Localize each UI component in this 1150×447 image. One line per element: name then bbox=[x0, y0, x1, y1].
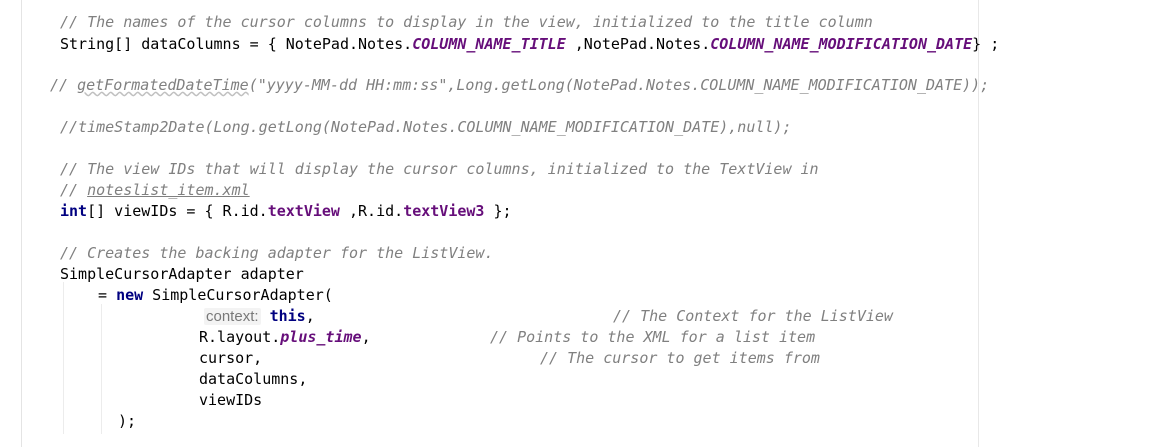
code-token: this bbox=[269, 307, 306, 325]
code-line[interactable]: ); bbox=[118, 411, 136, 432]
code-line[interactable]: // The view IDs that will display the cu… bbox=[60, 159, 819, 180]
code-token: getFormatedDateTime bbox=[77, 76, 249, 94]
code-line[interactable]: // Creates the backing adapter for the L… bbox=[60, 243, 493, 264]
code-line[interactable]: // noteslist_item.xml bbox=[60, 180, 250, 201]
code-line[interactable]: = new SimpleCursorAdapter( bbox=[98, 285, 333, 306]
code-line[interactable]: SimpleCursorAdapter adapter bbox=[60, 264, 304, 285]
code-line[interactable]: dataColumns, bbox=[199, 369, 307, 390]
code-token: // The names of the cursor columns to di… bbox=[60, 13, 873, 31]
code-line[interactable]: cursor, bbox=[199, 348, 262, 369]
code-token: = bbox=[98, 286, 117, 304]
code-token: ,NotePad.Notes. bbox=[565, 35, 711, 53]
indent-guide bbox=[63, 282, 64, 434]
code-token: // The Context for the ListView bbox=[613, 307, 893, 325]
code-token: int bbox=[60, 202, 88, 220]
code-token: , bbox=[305, 307, 315, 325]
code-token: noteslist_item.xml bbox=[87, 181, 250, 199]
code-token: String[] dataColumns = { NotePad.Notes. bbox=[60, 35, 413, 53]
editor-right-margin-guide bbox=[978, 0, 979, 447]
code-line[interactable]: String[] dataColumns = { NotePad.Notes.C… bbox=[60, 34, 999, 55]
code-token: // bbox=[60, 181, 88, 199]
code-token: // Points to the XML for a list item bbox=[490, 328, 816, 346]
code-line[interactable]: // Points to the XML for a list item bbox=[490, 327, 815, 348]
code-token: //timeStamp2Date(Long.getLong(NotePad.No… bbox=[60, 118, 792, 136]
code-line[interactable]: // The cursor to get items from bbox=[540, 348, 820, 369]
code-token: textView3 bbox=[403, 202, 485, 220]
code-token: // The view IDs that will display the cu… bbox=[60, 160, 819, 178]
code-token: SimpleCursorAdapter( bbox=[143, 286, 333, 304]
code-line[interactable]: //timeStamp2Date(Long.getLong(NotePad.No… bbox=[60, 117, 792, 138]
code-token: [] viewIDs = { R.id. bbox=[87, 202, 268, 220]
code-token: new bbox=[116, 286, 144, 304]
code-token: R.layout. bbox=[199, 328, 281, 346]
code-token: ); bbox=[118, 412, 137, 430]
code-token: ("yyyy-MM-dd HH:mm:ss",Long.getLong(Note… bbox=[248, 76, 990, 94]
code-token: COLUMN_NAME_MODIFICATION_DATE bbox=[710, 35, 973, 53]
code-line[interactable]: // The Context for the ListView bbox=[613, 306, 893, 327]
code-token: // bbox=[50, 76, 78, 94]
code-token: plus_time bbox=[280, 328, 362, 346]
code-token: COLUMN_NAME_TITLE bbox=[412, 35, 566, 53]
code-token: , bbox=[361, 328, 371, 346]
code-token: cursor, bbox=[199, 349, 263, 367]
code-token: // Creates the backing adapter for the L… bbox=[60, 244, 494, 262]
indent-guide bbox=[101, 304, 102, 434]
code-token: ,R.id. bbox=[339, 202, 404, 220]
code-token: SimpleCursorAdapter adapter bbox=[60, 265, 304, 283]
code-line[interactable]: int[] viewIDs = { R.id.textView ,R.id.te… bbox=[60, 201, 512, 222]
code-token: // The cursor to get items from bbox=[540, 349, 820, 367]
editor-gutter-border bbox=[21, 0, 22, 447]
code-token: textView bbox=[267, 202, 340, 220]
code-line[interactable]: // getFormatedDateTime("yyyy-MM-dd HH:mm… bbox=[50, 75, 989, 96]
code-line[interactable]: context: this, bbox=[204, 306, 315, 327]
code-line[interactable]: R.layout.plus_time, bbox=[199, 327, 371, 348]
code-token: } ; bbox=[972, 35, 1000, 53]
code-token: }; bbox=[484, 202, 512, 220]
code-line[interactable]: // The names of the cursor columns to di… bbox=[60, 12, 873, 33]
code-line[interactable]: viewIDs bbox=[199, 390, 262, 411]
parameter-hint: context: bbox=[204, 308, 261, 325]
code-token: dataColumns, bbox=[199, 370, 308, 388]
code-token: viewIDs bbox=[199, 391, 263, 409]
